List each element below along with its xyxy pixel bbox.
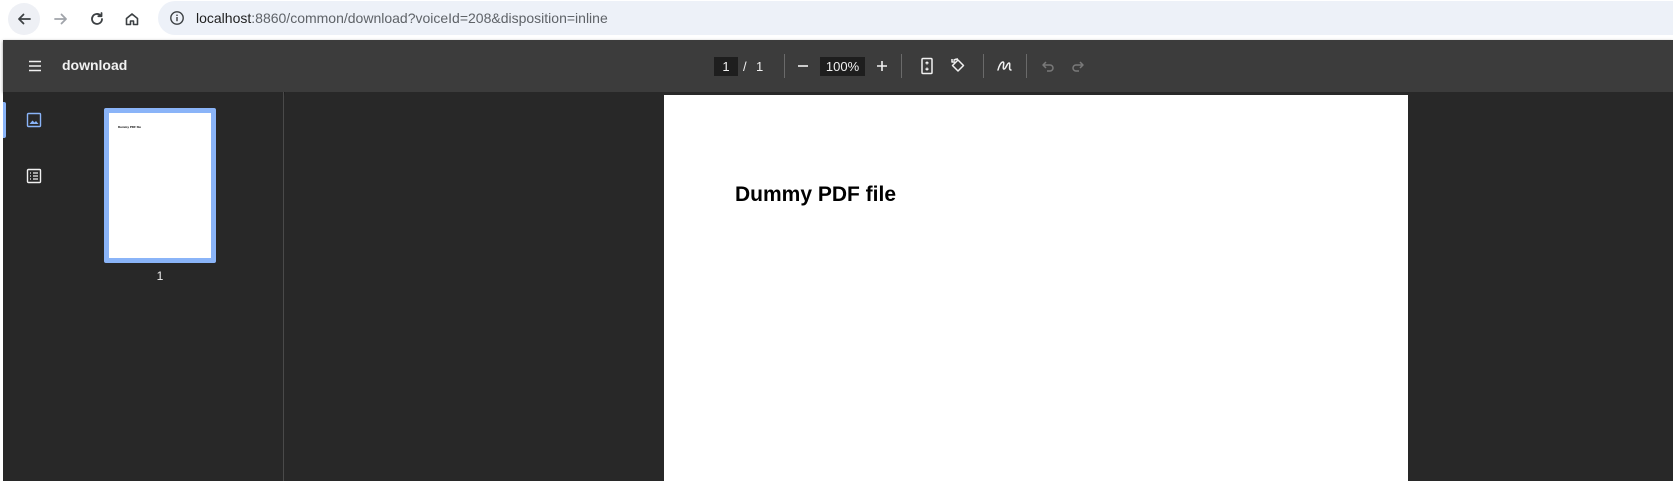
site-info-icon[interactable] [166,7,188,29]
url-path: :8860/common/download?voiceId=208&dispos… [251,10,608,26]
reload-button[interactable] [81,3,113,35]
image-icon [26,112,42,128]
arrow-right-icon [54,13,67,25]
thumbnails-view-button[interactable] [24,110,44,130]
plus-icon [877,61,887,71]
annotate-button[interactable] [991,52,1019,80]
home-icon [125,13,139,26]
toolbar-divider [784,54,785,78]
list-icon [26,168,42,184]
toolbar-divider [901,54,902,78]
document-area[interactable]: Dummy PDF file [285,92,1673,481]
home-button[interactable] [116,3,148,35]
page-number-input[interactable]: 1 [714,57,738,76]
back-button[interactable] [8,3,40,35]
zoom-out-button[interactable] [789,52,817,80]
rotate-icon [951,58,965,72]
page-heading: Dummy PDF file [735,183,897,206]
arrow-left-icon [18,13,31,25]
thumbnail-sidebar: Dummy PDF file 1 [3,92,284,481]
pdf-page: Dummy PDF file [664,95,1408,481]
address-bar[interactable]: localhost:8860/common/download?voiceId=2… [158,1,1673,35]
toolbar-divider [1026,54,1027,78]
document-title: download [62,57,128,73]
browser-chrome: localhost:8860/common/download?voiceId=2… [0,0,1673,40]
pdf-viewer: download 1 / 1 100% Dummy PDF file 1 Dum… [3,40,1673,481]
outline-view-button[interactable] [24,166,44,186]
active-view-indicator [3,102,6,138]
redo-icon [1072,61,1084,72]
thumbnail-page-text: Dummy PDF file [118,125,142,129]
hamburger-menu-icon [29,60,41,72]
page-separator: / [743,59,747,74]
fit-page-button[interactable] [913,52,941,80]
undo-button[interactable] [1034,52,1062,80]
reload-icon [91,12,103,25]
pen-squiggle-icon [997,61,1012,71]
zoom-input[interactable]: 100% [820,57,865,76]
page-total: 1 [756,59,764,74]
minus-icon [798,65,808,67]
url-text[interactable]: localhost:8860/common/download?voiceId=2… [196,10,608,26]
redo-button[interactable] [1064,52,1092,80]
pdf-toolbar: download 1 / 1 100% [3,40,1673,92]
zoom-in-button[interactable] [868,52,896,80]
undo-icon [1042,61,1054,72]
toolbar-divider [983,54,984,78]
forward-button[interactable] [45,3,77,35]
fit-to-page-icon [921,57,933,75]
thumbnail-page-number: 1 [156,269,164,283]
rotate-button[interactable] [944,52,972,80]
page-thumbnail[interactable]: Dummy PDF file [104,108,216,263]
url-host: localhost [196,10,252,26]
menu-button[interactable] [21,52,49,80]
